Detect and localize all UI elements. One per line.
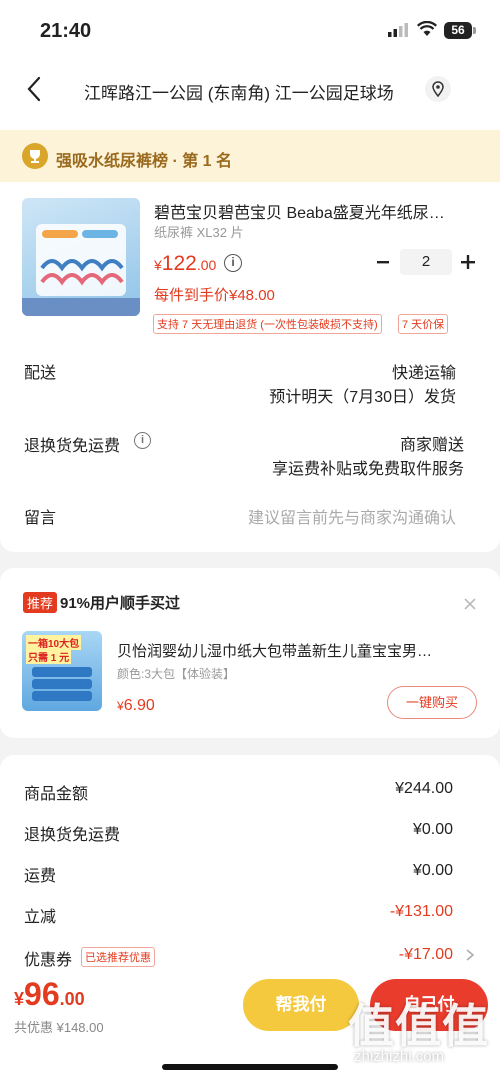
status-time: 21:40	[40, 20, 92, 42]
rank-text: 强吸水纸尿裤榜 · 第 1 名	[56, 153, 233, 170]
recommend-text: 91%用户顺手买过	[60, 595, 181, 612]
quantity-stepper[interactable]: 2	[400, 249, 452, 275]
watermark: 值值值	[348, 1000, 489, 1052]
summary-row-value: ¥0.00	[412, 862, 453, 879]
battery-icon: 56	[444, 22, 476, 39]
total-price: ¥96.00	[14, 976, 85, 1013]
summary-row-value: -¥131.00	[389, 903, 453, 920]
recommend-price-symbol: ¥	[117, 699, 124, 713]
coupon-label: 优惠券	[24, 952, 73, 969]
back-button[interactable]	[20, 74, 50, 104]
location-pin-icon	[432, 81, 444, 98]
return-fee-info-icon[interactable]: i	[134, 432, 151, 449]
price-protection-tag: 7 天价保	[398, 314, 449, 334]
recommend-image[interactable]: 一箱10大包 只需 1 元	[22, 631, 102, 711]
summary-row-label: 立减	[24, 909, 57, 926]
price-info-icon[interactable]: i	[224, 254, 242, 272]
unit-price: 每件到手价¥48.00	[154, 287, 275, 304]
message-input[interactable]: 建议留言前先与商家沟通确认	[248, 504, 456, 528]
delivery-method[interactable]: 快递运输	[392, 359, 456, 383]
home-indicator	[162, 1064, 338, 1070]
message-label: 留言	[24, 510, 57, 527]
coupon-value[interactable]: -¥17.00	[399, 946, 453, 964]
watermark-url: zhizhizhi.com	[354, 1048, 445, 1065]
close-icon	[464, 598, 476, 610]
price-integer: 122	[161, 252, 197, 275]
total-price-decimal: .00	[59, 989, 85, 1009]
signal-icon	[388, 23, 410, 37]
help-pay-button[interactable]: 帮我付	[243, 979, 359, 1031]
recommend-spec: 颜色:3大包【体验装】	[117, 667, 236, 681]
wifi-icon	[416, 20, 438, 37]
delivery-eta: 预计明天（7月30日）发货	[269, 389, 456, 406]
quick-buy-button[interactable]: 一键购买	[387, 686, 477, 719]
quantity-decrease-button[interactable]	[374, 252, 392, 272]
return-fee-service: 享运费补贴或免费取件服务	[271, 461, 464, 478]
recommend-price: ¥6.90	[117, 697, 155, 715]
price-symbol: ¥	[154, 257, 162, 273]
close-recommend-button[interactable]	[462, 596, 478, 612]
return-policy-tag: 支持 7 天无理由退货 (一次性包装破损不支持)	[153, 314, 382, 334]
product-price: ¥122.00	[154, 252, 216, 276]
total-saved: 共优惠 ¥148.00	[14, 1020, 104, 1035]
total-price-integer: 96	[24, 976, 60, 1012]
summary-row-label: 商品金额	[24, 786, 89, 803]
minus-icon	[377, 261, 389, 264]
trophy-icon	[22, 143, 48, 169]
delivery-label: 配送	[24, 365, 57, 382]
price-decimal: .00	[196, 257, 217, 273]
recommend-title[interactable]: 贝怡润婴幼儿湿巾纸大包带盖新生儿童宝宝男…	[117, 640, 477, 661]
summary-row-label: 运费	[24, 868, 57, 885]
battery-level: 56	[444, 22, 472, 39]
quantity-increase-button[interactable]	[458, 252, 478, 272]
summary-row-value: ¥244.00	[395, 780, 453, 797]
coupon-badge: 已选推荐优惠	[81, 947, 155, 967]
chevron-left-icon	[27, 76, 41, 102]
location-button[interactable]	[425, 76, 451, 102]
return-fee-value: 商家赠送	[399, 437, 464, 454]
summary-row-label: 退换货免运费	[24, 827, 121, 844]
coupon-chevron-icon[interactable]	[464, 947, 476, 963]
return-fee-label: 退换货免运费	[24, 438, 121, 455]
delivery-address[interactable]: 江晖路江一公园 (东南角) 江一公园足球场	[84, 79, 424, 104]
product-image[interactable]	[22, 198, 140, 316]
total-price-symbol: ¥	[14, 989, 25, 1009]
recommend-badge: 推荐	[23, 592, 58, 613]
recommend-price-value: 6.90	[123, 697, 155, 714]
product-spec[interactable]: 纸尿裤 XL32 片	[154, 222, 244, 241]
summary-row-value: ¥0.00	[412, 821, 453, 838]
product-title[interactable]: 碧芭宝贝碧芭宝贝 Beaba盛夏光年纸尿…	[154, 199, 474, 223]
plus-icon	[461, 255, 475, 269]
